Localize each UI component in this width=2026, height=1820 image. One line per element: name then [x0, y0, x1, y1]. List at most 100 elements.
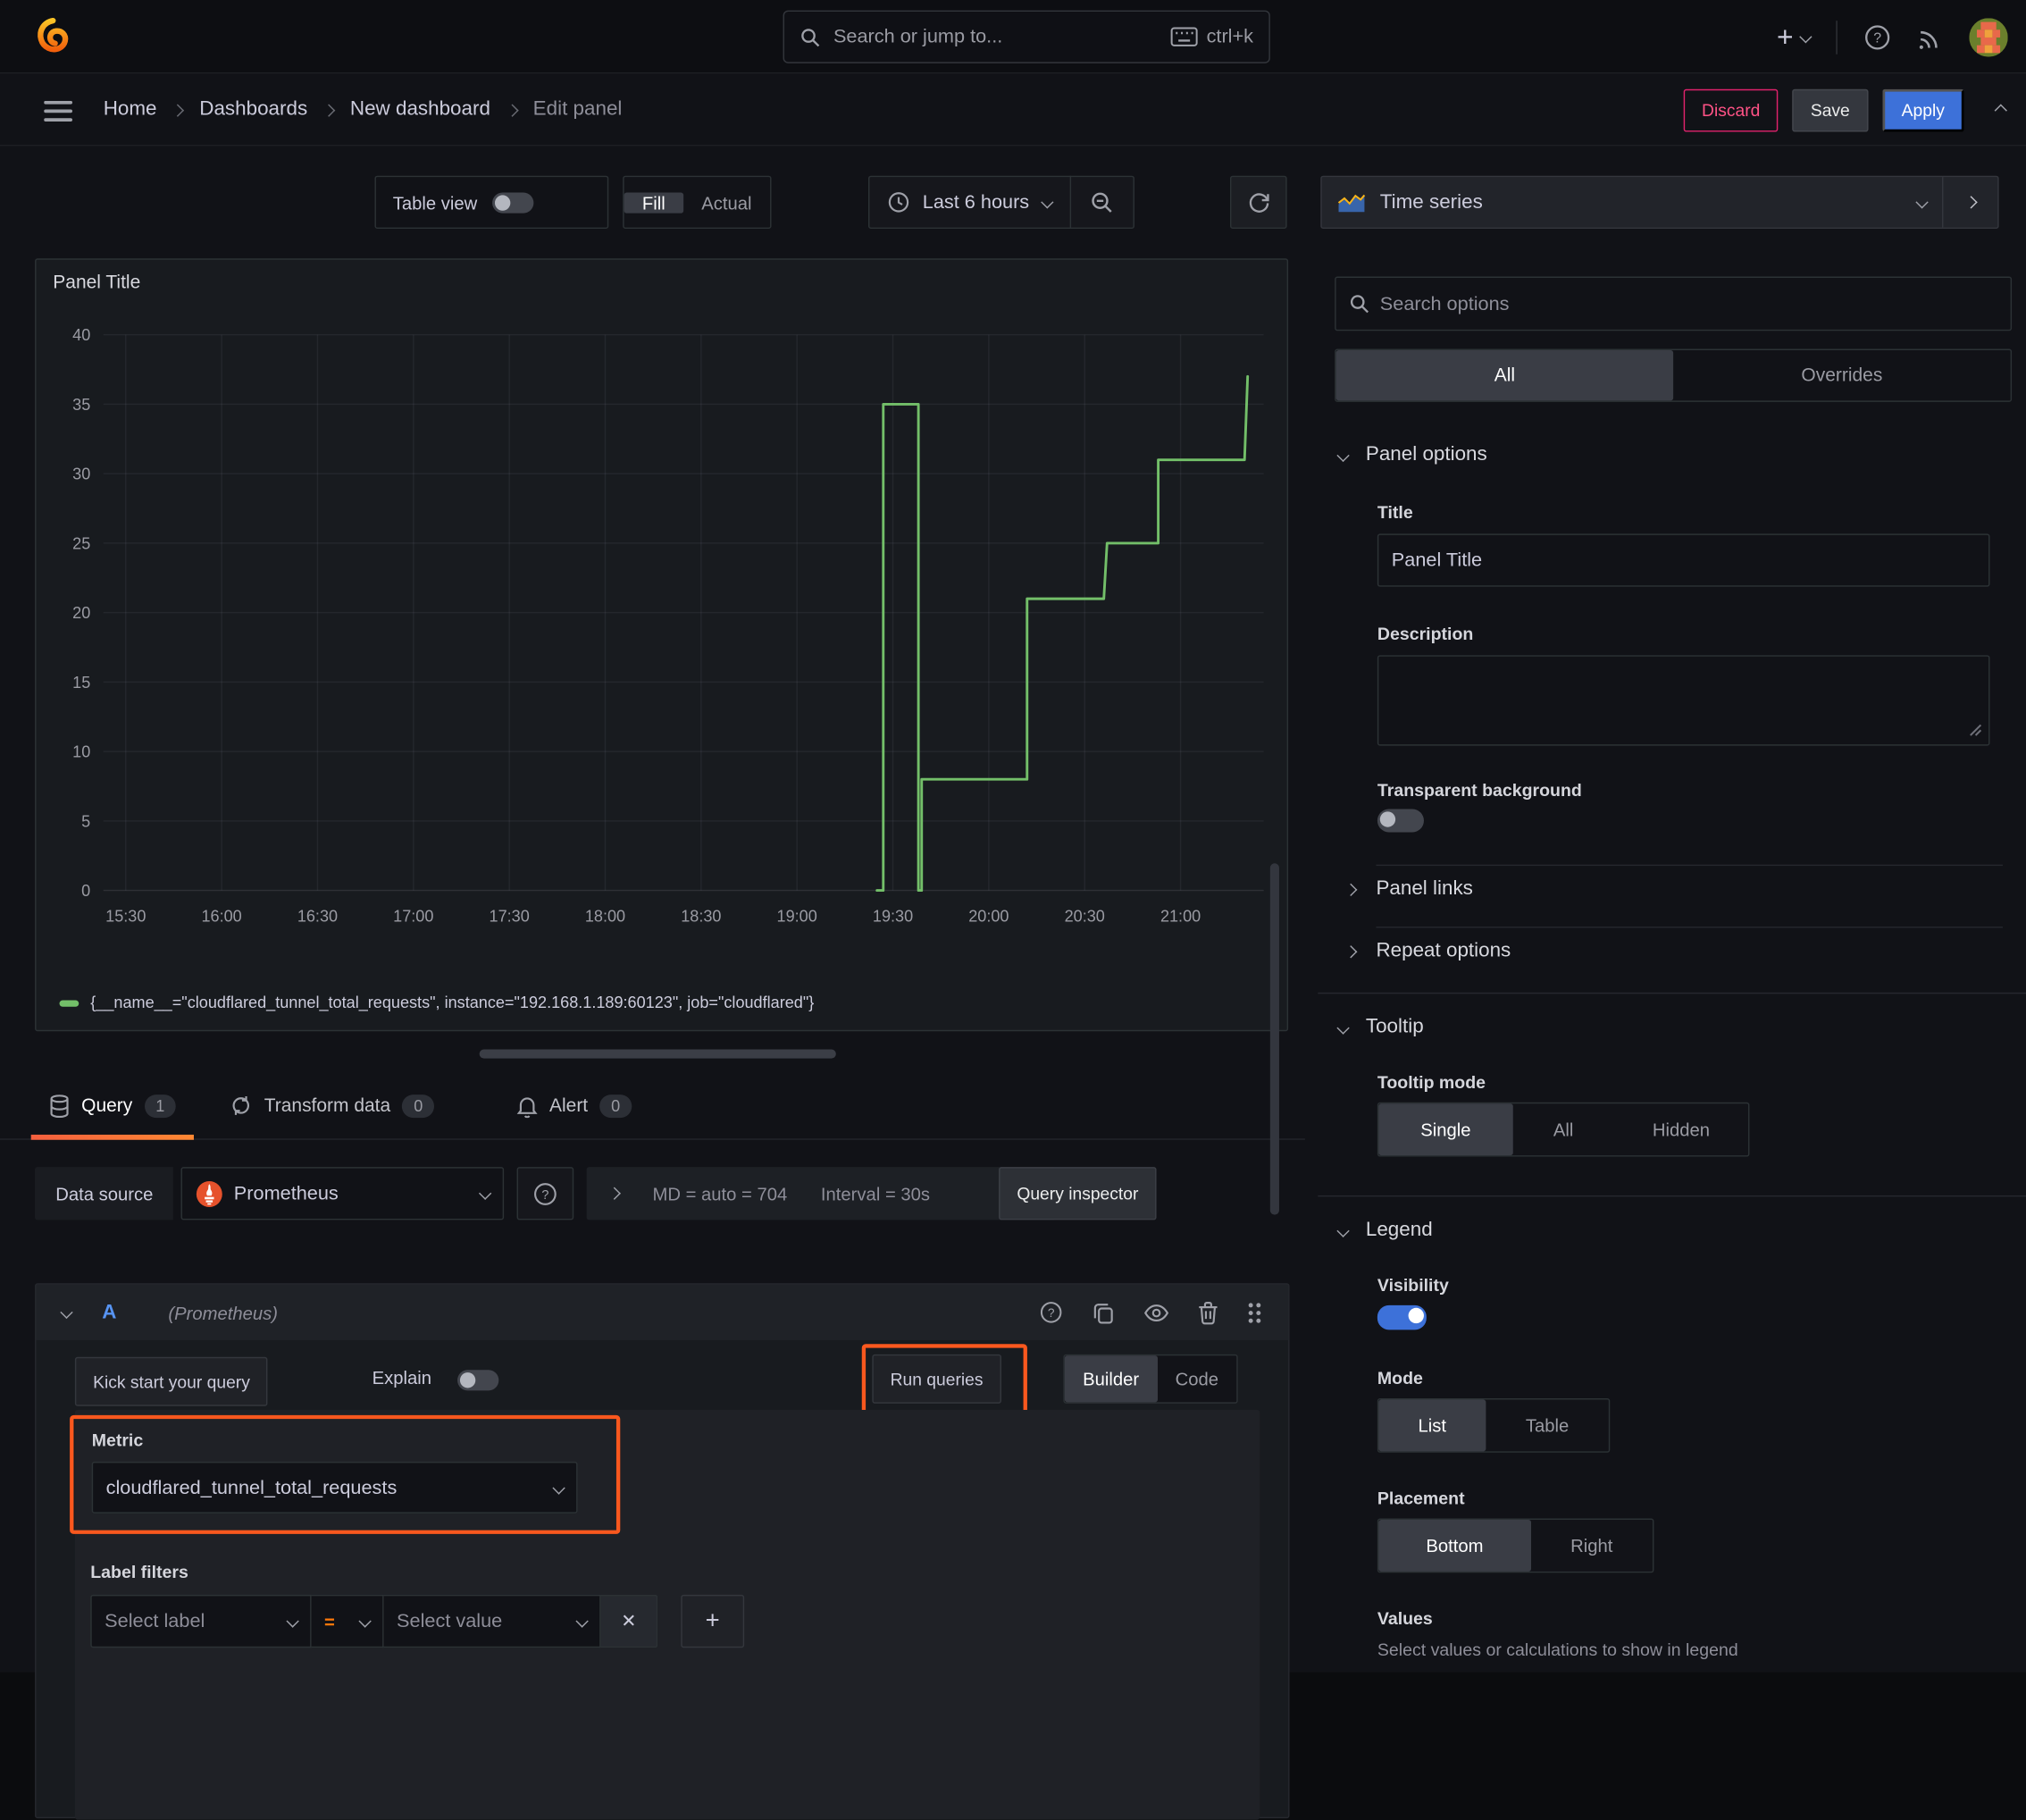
user-avatar[interactable]	[1969, 17, 2008, 56]
tab-overrides[interactable]: Overrides	[1673, 350, 2011, 400]
tab-all[interactable]: All	[1335, 349, 1674, 401]
mode-label: Mode	[1377, 1368, 1423, 1388]
menu-icon[interactable]	[44, 100, 72, 122]
database-icon	[49, 1094, 70, 1118]
operator-dropdown[interactable]: =	[311, 1594, 384, 1648]
refresh-button[interactable]	[1229, 175, 1287, 230]
svg-text:25: 25	[72, 534, 90, 552]
duplicate-query-icon[interactable]	[1092, 1301, 1115, 1324]
tooltip-header[interactable]: Tooltip	[1336, 1016, 1424, 1039]
nav-divider	[1836, 20, 1838, 55]
table-view-toggle[interactable]	[492, 191, 534, 213]
legend-header[interactable]: Legend	[1336, 1219, 1433, 1242]
add-filter-button[interactable]: +	[681, 1594, 745, 1648]
transparent-bg-toggle[interactable]	[1377, 809, 1424, 833]
svg-text:0: 0	[81, 882, 90, 900]
breadcrumb-dashboards[interactable]: Dashboards	[199, 98, 307, 122]
placement-right-option[interactable]: Right	[1531, 1520, 1653, 1572]
query-help-icon[interactable]: ?	[1039, 1300, 1063, 1324]
placement-bottom-option[interactable]: Bottom	[1378, 1519, 1531, 1572]
grafana-logo-icon[interactable]	[34, 17, 72, 60]
query-inspector-button[interactable]: Query inspector	[999, 1167, 1157, 1220]
new-menu-button[interactable]: +	[1777, 22, 1813, 51]
panel-resize-handle[interactable]	[479, 1049, 836, 1059]
viz-select[interactable]: Time series	[1322, 190, 1942, 214]
news-icon[interactable]	[1917, 24, 1943, 50]
time-series-chart: 0 5 10 15 20 25 30 35 40 15:30 16:00 16:30 17:00 17:3…	[72, 326, 1264, 925]
repeat-options-header[interactable]: Repeat options	[1344, 940, 1511, 963]
operator-value: =	[324, 1610, 335, 1632]
breadcrumb-home[interactable]: Home	[104, 98, 157, 122]
builder-code-switch: Builder Code	[1063, 1354, 1238, 1404]
zoom-out-button[interactable]	[1070, 176, 1132, 229]
panel-links-header[interactable]: Panel links	[1344, 877, 1473, 901]
actual-option[interactable]: Actual	[683, 192, 770, 213]
remove-filter-button[interactable]: ✕	[600, 1594, 658, 1648]
panel-title[interactable]: Panel Title	[53, 273, 140, 293]
tab-transform[interactable]: Transform data 0	[213, 1072, 453, 1139]
kick-start-button[interactable]: Kick start your query	[74, 1356, 269, 1406]
query-row-header[interactable]: A (Prometheus) ?	[36, 1284, 1289, 1340]
datasource-picker[interactable]: Prometheus	[180, 1167, 505, 1220]
fill-option[interactable]: Fill	[624, 191, 684, 213]
svg-text:?: ?	[1873, 30, 1881, 46]
chevron-down-icon	[1040, 196, 1053, 209]
table-view-label: Table view	[392, 191, 478, 213]
series-color-pill	[59, 999, 80, 1007]
select-label-dropdown[interactable]: Select label	[90, 1594, 312, 1648]
collapse-toolbar-icon[interactable]	[1994, 103, 2007, 117]
section-separator	[1318, 992, 2026, 994]
svg-text:?: ?	[1048, 1306, 1055, 1320]
query-count-badge: 1	[144, 1094, 177, 1118]
collapse-query-icon[interactable]	[60, 1305, 73, 1320]
save-button[interactable]: Save	[1792, 88, 1869, 131]
prometheus-icon	[195, 1179, 223, 1208]
search-icon	[800, 27, 820, 47]
panel-title-input[interactable]: Panel Title	[1377, 533, 1990, 587]
tooltip-mode-label: Tooltip mode	[1377, 1072, 1486, 1093]
tab-alert[interactable]: Alert 0	[499, 1072, 650, 1139]
select-value-dropdown[interactable]: Select value	[383, 1594, 601, 1648]
global-search[interactable]: Search or jump to... ctrl+k	[783, 10, 1270, 63]
drag-handle-icon[interactable]	[1247, 1301, 1262, 1324]
bell-icon	[516, 1094, 538, 1118]
options-search-input[interactable]: Search options	[1335, 276, 2013, 331]
svg-text:16:00: 16:00	[201, 907, 241, 925]
help-icon[interactable]: ?	[1863, 22, 1892, 51]
tooltip-all-option[interactable]: All	[1512, 1103, 1614, 1155]
legend-visibility-toggle[interactable]	[1377, 1304, 1427, 1330]
chevron-right-icon[interactable]	[607, 1187, 621, 1200]
code-option[interactable]: Code	[1157, 1355, 1236, 1402]
tooltip-single-option[interactable]: Single	[1378, 1103, 1513, 1156]
breadcrumb-sep-icon	[322, 103, 336, 117]
resize-grip-icon	[1969, 720, 1982, 741]
builder-option[interactable]: Builder	[1064, 1355, 1158, 1403]
remove-query-icon[interactable]	[1198, 1301, 1218, 1324]
datasource-help-button[interactable]: ?	[516, 1167, 574, 1220]
explain-toggle[interactable]	[457, 1370, 499, 1391]
tooltip-hidden-option[interactable]: Hidden	[1614, 1103, 1748, 1155]
main-scrollbar-thumb[interactable]	[1269, 863, 1279, 1215]
chart-legend[interactable]: {__name__="cloudflared_tunnel_total_requ…	[59, 994, 814, 1012]
title-field-label: Title	[1377, 502, 1413, 523]
svg-text:18:00: 18:00	[585, 907, 625, 925]
options-search-placeholder: Search options	[1379, 292, 1510, 315]
metric-select[interactable]: cloudflared_tunnel_total_requests	[91, 1461, 578, 1514]
mode-table-option[interactable]: Table	[1486, 1399, 1609, 1451]
apply-button[interactable]: Apply	[1881, 88, 1964, 131]
viz-suggestions-button[interactable]	[1941, 177, 1997, 228]
values-label: Values	[1377, 1608, 1433, 1629]
tab-query[interactable]: Query 1	[30, 1072, 196, 1140]
discard-button[interactable]: Discard	[1683, 88, 1779, 131]
breadcrumb-edit-panel: Edit panel	[532, 97, 623, 121]
tab-transform-label: Transform data	[264, 1095, 391, 1116]
description-textarea[interactable]	[1377, 655, 1990, 746]
breadcrumb-new-dashboard[interactable]: New dashboard	[350, 98, 490, 122]
hide-response-icon[interactable]	[1143, 1304, 1169, 1321]
panel-options-header[interactable]: Panel options	[1336, 443, 1487, 466]
time-range-button[interactable]: Last 6 hours	[869, 191, 1069, 214]
chevron-down-icon	[552, 1480, 565, 1494]
svg-text:?: ?	[541, 1187, 548, 1202]
mode-list-option[interactable]: List	[1378, 1399, 1486, 1452]
run-queries-button[interactable]: Run queries	[872, 1354, 1001, 1404]
